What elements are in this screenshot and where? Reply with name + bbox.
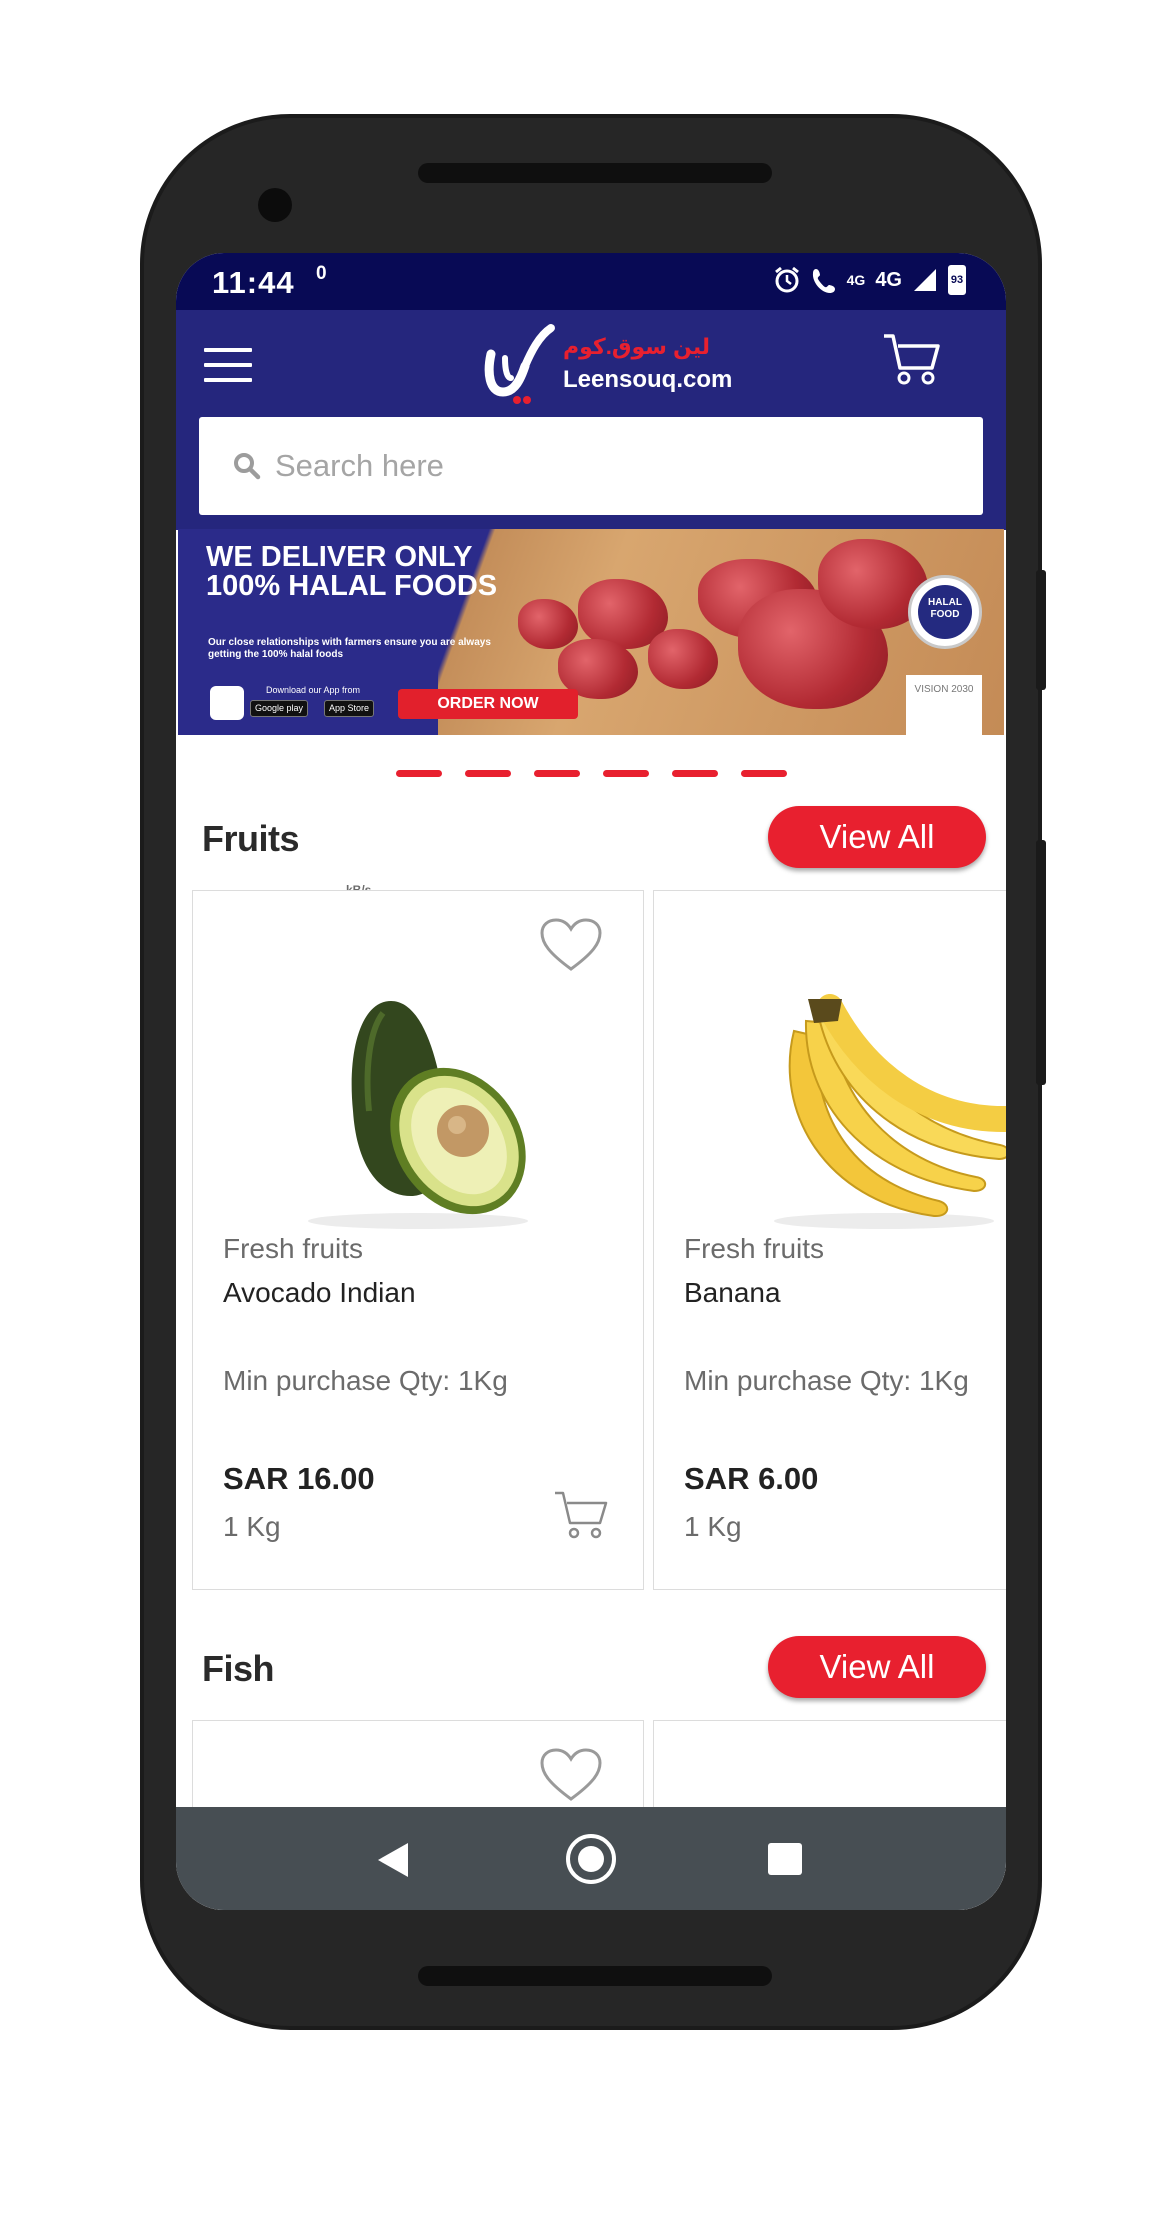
- product-unit: 1 Kg: [684, 1511, 742, 1542]
- google-play-badge[interactable]: Google play: [250, 700, 309, 717]
- app-header: لين سوق.كوم Leensouq.com Search here: [176, 310, 1006, 530]
- product-unit: 1 Kg: [223, 1511, 281, 1542]
- carousel-indicators[interactable]: [396, 770, 787, 777]
- app-screen: 11:44 0 kB/s 4G 4G 93 لين سوق.كوم L: [176, 253, 1006, 1910]
- banner-headline: WE DELIVER ONLY 100% HALAL FOODS: [206, 541, 498, 602]
- carousel-dot[interactable]: [534, 770, 580, 777]
- product-price: SAR 16.00: [223, 1461, 375, 1496]
- call-icon: [812, 269, 835, 293]
- heart-icon[interactable]: [539, 1747, 603, 1803]
- section-title-fish: Fish: [202, 1648, 275, 1689]
- power-button: [1036, 570, 1046, 690]
- search-placeholder: Search here: [275, 448, 444, 483]
- promo-banner[interactable]: WE DELIVER ONLY 100% HALAL FOODS Our clo…: [178, 529, 1004, 735]
- banner-subtext: Our close relationships with farmers ens…: [208, 637, 491, 660]
- carousel-dot[interactable]: [741, 770, 787, 777]
- product-price: SAR 6.00: [684, 1461, 819, 1496]
- carousel-dot[interactable]: [672, 770, 718, 777]
- leensouq-logo[interactable]: لين سوق.كوم Leensouq.com: [481, 322, 741, 412]
- status-bar: 11:44 0 kB/s 4G 4G 93: [176, 253, 1006, 896]
- logo-mark-icon: [484, 324, 555, 404]
- network-speed-value: 0: [316, 263, 327, 284]
- back-icon[interactable]: [374, 1841, 412, 1879]
- search-input[interactable]: Search here: [199, 417, 983, 515]
- min-purchase-qty: Min purchase Qty: 1Kg: [223, 1365, 508, 1396]
- view-all-fruits-button[interactable]: View All: [768, 806, 986, 868]
- logo-english-text: Leensouq.com: [563, 366, 733, 393]
- cart-icon[interactable]: [882, 332, 942, 388]
- min-purchase-qty: Min purchase Qty: 1Kg: [684, 1365, 969, 1396]
- product-card-avocado[interactable]: Fresh fruits Avocado Indian Min purchase…: [192, 890, 644, 1590]
- download-text: Download our App from: [266, 685, 361, 695]
- search-icon: [234, 453, 261, 480]
- heart-icon[interactable]: [539, 917, 603, 973]
- logo-arabic-text: لين سوق.كوم: [563, 334, 711, 359]
- section-title-fruits: Fruits: [202, 818, 300, 859]
- product-card-banana[interactable]: Fresh fruits Banana Min purchase Qty: 1K…: [653, 890, 1006, 1590]
- network-speed: 0 kB/s: [316, 263, 371, 896]
- earpiece-speaker: [418, 163, 772, 183]
- home-icon[interactable]: [566, 1834, 616, 1884]
- product-category: Fresh fruits: [223, 1233, 364, 1264]
- banana-image: [774, 994, 1006, 1229]
- avocado-image: [308, 1001, 528, 1229]
- system-nav-bar: [176, 1807, 1006, 1910]
- signal-icon: [914, 269, 936, 291]
- carousel-dot[interactable]: [465, 770, 511, 777]
- vision-2030-logo: VISION 2030: [906, 675, 982, 735]
- status-time: 11:44: [212, 265, 295, 300]
- battery-icon: 93: [948, 265, 966, 295]
- order-now-button[interactable]: ORDER NOW: [398, 689, 578, 719]
- product-name[interactable]: Banana: [684, 1277, 781, 1309]
- bottom-speaker: [418, 1966, 772, 1986]
- halal-certified-badge: HALAL FOOD: [908, 575, 982, 649]
- view-all-fish-button[interactable]: View All: [768, 1636, 986, 1698]
- halal-badge-text: HALAL FOOD: [918, 585, 972, 639]
- recents-icon[interactable]: [768, 1843, 802, 1875]
- status-icons: 4G 4G 93: [773, 265, 966, 295]
- product-name[interactable]: Avocado Indian: [223, 1277, 416, 1309]
- app-mini-logo: [210, 686, 244, 720]
- carousel-dot[interactable]: [396, 770, 442, 777]
- add-to-cart-icon[interactable]: [553, 1489, 609, 1541]
- network-type: 4G: [875, 268, 902, 291]
- network-type-small: 4G: [846, 272, 866, 288]
- front-camera: [258, 188, 292, 222]
- product-category: Fresh fruits: [684, 1233, 825, 1264]
- app-store-badge[interactable]: App Store: [324, 700, 375, 717]
- volume-button: [1036, 840, 1046, 1085]
- carousel-dot[interactable]: [603, 770, 649, 777]
- hamburger-menu-icon[interactable]: [204, 348, 252, 384]
- alarm-icon: [774, 266, 799, 293]
